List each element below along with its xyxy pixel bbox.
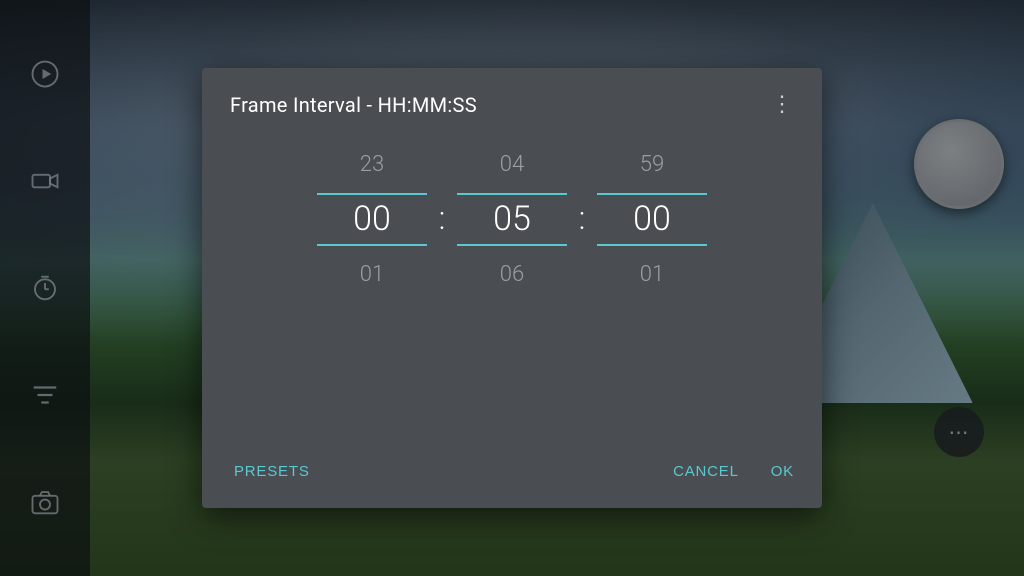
minutes-field-wrapper: 05 <box>457 193 567 246</box>
presets-button[interactable]: PRESETS <box>230 455 314 488</box>
minutes-above: 04 <box>457 152 567 177</box>
time-picker: 23 : 04 : 59 00 : 05 : <box>202 138 822 441</box>
dialog-title: Frame Interval - HH:MM:SS <box>230 93 477 117</box>
seconds-value[interactable]: 00 <box>633 199 671 240</box>
colon-above-2: : <box>567 148 597 181</box>
footer-right-buttons: CANCEL OK <box>669 455 798 488</box>
dialog-header: Frame Interval - HH:MM:SS ⋮ <box>202 68 822 138</box>
dialog-overlay: Frame Interval - HH:MM:SS ⋮ 23 : 04 : 59… <box>0 0 1024 576</box>
hours-above: 23 <box>317 152 427 177</box>
frame-interval-dialog: Frame Interval - HH:MM:SS ⋮ 23 : 04 : 59… <box>202 68 822 508</box>
minutes-value[interactable]: 05 <box>493 199 531 240</box>
minutes-line-top <box>457 193 567 195</box>
hours-below: 01 <box>317 262 427 287</box>
colon-1: : <box>427 199 457 237</box>
dialog-footer: PRESETS CANCEL OK <box>202 441 822 508</box>
seconds-below: 01 <box>597 262 707 287</box>
hours-line-top <box>317 193 427 195</box>
minutes-below: 06 <box>457 262 567 287</box>
colon-above-1: : <box>427 148 457 181</box>
seconds-field-wrapper: 00 <box>597 193 707 246</box>
time-current-row: 00 : 05 : 00 <box>242 193 782 246</box>
colon-2: : <box>567 199 597 237</box>
ok-button[interactable]: OK <box>767 455 798 488</box>
cancel-button[interactable]: CANCEL <box>669 455 743 488</box>
dialog-menu-icon[interactable]: ⋮ <box>767 90 798 120</box>
seconds-line-top <box>597 193 707 195</box>
minutes-line-bottom <box>457 244 567 246</box>
hours-line-bottom <box>317 244 427 246</box>
seconds-above: 59 <box>597 152 707 177</box>
hours-value[interactable]: 00 <box>353 199 391 240</box>
colon-below-1: : <box>427 258 457 291</box>
time-above-row: 23 : 04 : 59 <box>242 148 782 181</box>
seconds-line-bottom <box>597 244 707 246</box>
colon-below-2: : <box>567 258 597 291</box>
time-below-row: 01 : 06 : 01 <box>242 258 782 291</box>
hours-field-wrapper: 00 <box>317 193 427 246</box>
